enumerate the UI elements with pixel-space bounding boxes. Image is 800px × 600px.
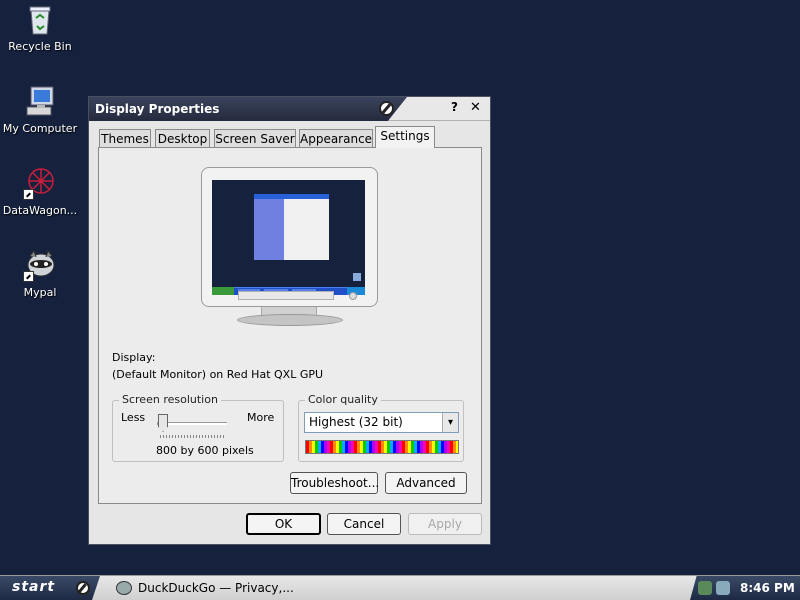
tab-screen-saver[interactable]: Screen Saver [214, 129, 296, 147]
desktop-icon-mypal[interactable]: Mypal [0, 248, 80, 299]
desktop-icon-label: My Computer [2, 122, 78, 135]
tab-themes[interactable]: Themes [99, 129, 151, 147]
start-label: start [12, 579, 56, 595]
resolution-slider-ticks [160, 435, 224, 438]
less-label: Less [121, 411, 146, 424]
help-button[interactable]: ? [451, 100, 458, 114]
display-properties-window: Display Properties ? ✕ Themes Desktop Sc… [88, 96, 491, 545]
taskbar-item-duckduckgo[interactable]: DuckDuckGo — Privacy,... [112, 579, 294, 598]
datawagon-icon [23, 166, 57, 200]
power-icon [349, 292, 357, 300]
resolution-slider-thumb[interactable] [158, 414, 168, 432]
shortcut-arrow-icon [23, 271, 34, 282]
search-icon[interactable] [716, 581, 730, 595]
resolution-value: 800 by 600 pixels [156, 444, 254, 457]
start-logo-icon [76, 581, 90, 595]
chevron-down-icon[interactable]: ▾ [442, 413, 458, 432]
screen-resolution-legend: Screen resolution [119, 393, 221, 406]
tab-settings[interactable]: Settings [375, 126, 435, 148]
preview-window [254, 194, 329, 260]
color-spectrum-bar [305, 440, 459, 454]
recycle-bin-icon [23, 2, 57, 36]
display-value: (Default Monitor) on Red Hat QXL GPU [112, 368, 324, 381]
advanced-button[interactable]: Advanced [385, 472, 467, 494]
network-icon[interactable] [698, 581, 712, 595]
display-label: Display: [112, 351, 156, 364]
taskbar-item-label: DuckDuckGo — Privacy,... [138, 581, 294, 595]
window-titlebar[interactable]: Display Properties ? ✕ [89, 97, 490, 121]
apply-button[interactable]: Apply [408, 513, 482, 535]
taskbar: start DuckDuckGo — Privacy,... 8:46 PM [0, 575, 800, 600]
color-quality-legend: Color quality [305, 393, 381, 406]
color-quality-group: Color quality Highest (32 bit) ▾ [298, 393, 464, 462]
clock[interactable]: 8:46 PM [740, 581, 795, 595]
color-quality-value: Highest (32 bit) [309, 415, 403, 429]
tab-desktop[interactable]: Desktop [155, 129, 210, 147]
window-menu-icon[interactable] [379, 101, 394, 116]
troubleshoot-button[interactable]: Troubleshoot... [290, 472, 379, 494]
monitor-base [237, 314, 343, 326]
mypal-icon [116, 581, 132, 595]
color-quality-select[interactable]: Highest (32 bit) ▾ [304, 412, 459, 433]
mypal-icon [23, 248, 57, 282]
more-label: More [247, 411, 275, 424]
cancel-button[interactable]: Cancel [327, 513, 401, 535]
ok-button[interactable]: OK [246, 513, 321, 535]
desktop-icon-recycle-bin[interactable]: Recycle Bin [0, 2, 80, 53]
desktop-icon-datawagon[interactable]: DataWagon... [0, 166, 80, 217]
desktop-icon-label: Recycle Bin [8, 40, 72, 53]
tab-appearance[interactable]: Appearance [299, 129, 373, 147]
preview-icon [353, 273, 361, 281]
desktop-icon-label: DataWagon... [2, 204, 78, 217]
screen-resolution-group: Screen resolution Less More 800 by 600 p… [112, 393, 284, 462]
window-title: Display Properties [95, 102, 220, 116]
close-button[interactable]: ✕ [470, 100, 481, 115]
desktop-icon-my-computer[interactable]: My Computer [0, 84, 80, 135]
monitor-bezel-slot [238, 291, 334, 300]
shortcut-arrow-icon [23, 189, 34, 200]
monitor-preview [201, 167, 378, 307]
desktop-icon-label: Mypal [23, 286, 57, 299]
monitor-screen [212, 180, 365, 295]
my-computer-icon [23, 84, 57, 118]
